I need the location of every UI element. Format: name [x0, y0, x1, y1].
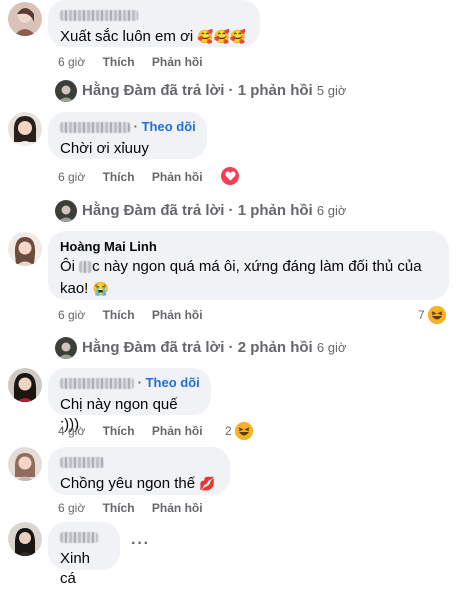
emoji-kiss-lips: 💋	[199, 476, 216, 491]
commenter-avatar-2[interactable]	[8, 112, 42, 146]
comment-bubble-5: Chồng yêu ngon thế 💋	[48, 447, 230, 495]
comment-text-line2: kao!	[60, 280, 89, 297]
commenter-name-blurred[interactable]	[60, 528, 108, 545]
view-replies-link-1[interactable]: Hằng Đàm đã trả lời · 1 phản hồi 5 giờ	[82, 81, 346, 101]
reply-avatar-1[interactable]	[55, 80, 77, 102]
comment-time: 6 giờ	[58, 170, 86, 184]
comment-time: 6 giờ	[58, 501, 86, 515]
comment-bubble-3: Hoàng Mai Linh Ôi c này ngon quá má ôi, …	[48, 231, 449, 300]
reaction-summary-4[interactable]: 2	[225, 422, 253, 440]
comment-bubble-6: Xinh cá	[48, 522, 120, 587]
like-button[interactable]: Thích	[103, 307, 135, 323]
comment-time: 4 giờ	[58, 424, 86, 438]
comment-actions-1: 6 giờ Thích Phản hồi	[58, 54, 217, 70]
reply-avatar-2[interactable]	[55, 200, 77, 222]
commenter-name-blurred[interactable]	[60, 122, 130, 134]
comment-text: Xuất sắc luôn em ơi	[60, 28, 194, 45]
commenter-name-blurred[interactable]	[60, 453, 218, 470]
comment-text: Chồng yêu ngon thế	[60, 475, 196, 492]
reply-button[interactable]: Phản hồi	[152, 169, 203, 185]
reply-button[interactable]: Phản hồi	[152, 307, 203, 323]
commenter-avatar-4[interactable]	[8, 368, 42, 402]
emoji-smiling-hearts: 🥰🥰🥰	[197, 29, 246, 44]
redacted-word	[79, 261, 93, 274]
like-button[interactable]: Thích	[103, 423, 135, 439]
commenter-avatar-1[interactable]	[8, 2, 42, 36]
reply-avatar-3[interactable]	[55, 337, 77, 359]
comment-time: 6 giờ	[58, 308, 86, 322]
comment-time: 6 giờ	[58, 55, 86, 69]
commenter-avatar-5[interactable]	[8, 447, 42, 481]
view-replies-link-2[interactable]: Hằng Đàm đã trả lời · 1 phản hồi 6 giờ	[82, 201, 346, 221]
view-replies-link-3[interactable]: Hằng Đàm đã trả lời · 2 phản hồi 6 giờ	[82, 338, 346, 358]
heart-reaction-icon[interactable]	[221, 167, 239, 185]
comment-actions-3: 6 giờ Thích Phản hồi	[58, 307, 217, 323]
commenter-avatar-3[interactable]	[8, 232, 42, 266]
comment-actions-5: 6 giờ Thích Phản hồi	[58, 500, 217, 516]
laugh-reaction-icon	[427, 306, 446, 324]
reaction-summary-3[interactable]: 7	[418, 306, 446, 324]
like-button[interactable]: Thích	[103, 500, 135, 516]
commenter-name-blurred[interactable]	[60, 378, 134, 390]
commenter-name[interactable]: Hoàng Mai Linh	[60, 238, 437, 255]
commenter-name-blurred[interactable]	[60, 6, 248, 23]
reply-button[interactable]: Phản hồi	[152, 54, 203, 70]
follow-button[interactable]: Theo dõi	[146, 375, 200, 390]
comment-text: Xinh cá	[60, 550, 91, 587]
reply-button[interactable]: Phản hồi	[152, 423, 203, 439]
comment-bubble-1: Xuất sắc luôn em ơi 🥰🥰🥰	[48, 0, 260, 47]
like-button[interactable]: Thích	[103, 169, 135, 185]
reaction-count: 7	[418, 308, 425, 322]
follow-button[interactable]: Theo dõi	[142, 119, 196, 134]
commenter-avatar-6[interactable]	[8, 522, 42, 556]
laugh-reaction-icon	[234, 422, 253, 440]
reaction-count: 2	[225, 424, 232, 438]
more-options-icon[interactable]: ···	[131, 535, 150, 553]
like-button[interactable]: Thích	[103, 54, 135, 70]
emoji-crying: 😭	[92, 281, 109, 296]
comment-actions-2: 6 giờ Thích Phản hồi	[58, 169, 217, 185]
comment-actions-4: 4 giờ Thích Phản hồi	[58, 423, 217, 439]
comment-bubble-4: · Theo dõi Chị này ngon quế :)))	[48, 368, 211, 433]
comment-bubble-2: · Theo dõi Chời ơi xỉuuy	[48, 112, 207, 159]
reply-button[interactable]: Phản hồi	[152, 500, 203, 516]
comment-text: Chời ơi xỉuuy	[60, 140, 149, 157]
